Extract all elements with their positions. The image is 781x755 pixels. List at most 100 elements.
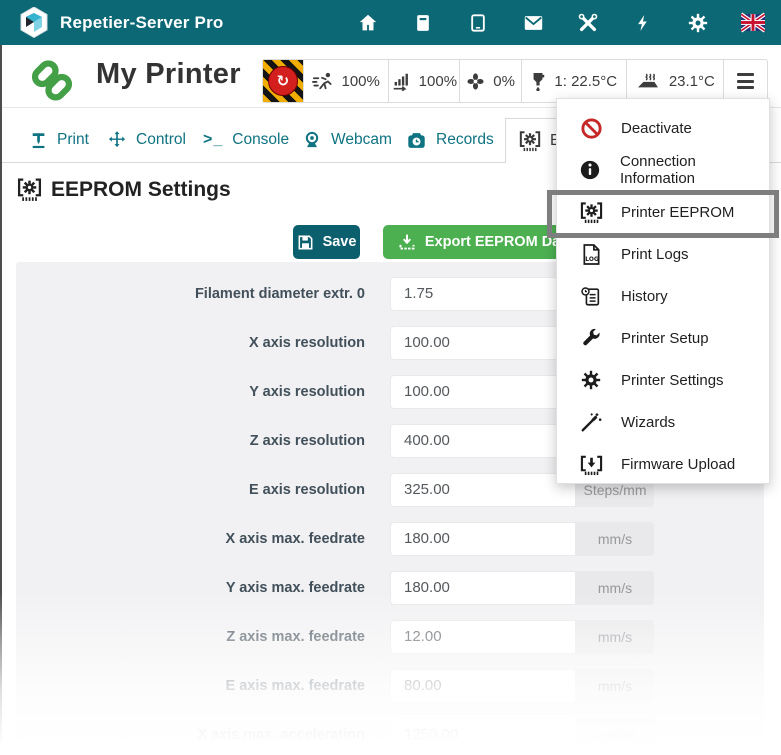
top-nav bbox=[356, 11, 765, 35]
field-label-y-axis-max-feedrate: Y axis max. feedrate bbox=[16, 571, 365, 605]
gear-icon bbox=[578, 369, 604, 391]
field-input-x-axis-max-acceleration[interactable]: 1250.00 bbox=[390, 718, 576, 752]
magic-wand-icon bbox=[578, 411, 604, 433]
crossed-tools-icon[interactable] bbox=[576, 11, 600, 35]
fan-value: 0% bbox=[493, 73, 515, 90]
tab-control[interactable]: Control bbox=[107, 118, 186, 162]
svg-text:LOG: LOG bbox=[585, 257, 599, 263]
eeprom-chip-icon bbox=[578, 201, 604, 224]
printer-name: My Printer bbox=[96, 58, 241, 91]
printer-link-icon bbox=[28, 57, 76, 103]
gear-icon[interactable] bbox=[686, 11, 710, 35]
field-unit: mm/s bbox=[576, 620, 654, 654]
field-input-e-axis-resolution[interactable]: 325.00 bbox=[390, 473, 576, 507]
field-label-x-axis-resolution: X axis resolution bbox=[16, 326, 365, 360]
bolt-icon[interactable] bbox=[631, 11, 655, 35]
download-icon bbox=[398, 233, 416, 251]
app-title: Repetier-Server Pro bbox=[60, 13, 223, 33]
speed-multiplier[interactable]: 100% bbox=[303, 60, 388, 102]
tab-webcam[interactable]: Webcam bbox=[302, 118, 392, 162]
fan-icon bbox=[466, 72, 485, 91]
printer-box-icon[interactable] bbox=[411, 11, 435, 35]
repetier-logo[interactable] bbox=[20, 7, 48, 38]
bed-temp-value: 23.1°C bbox=[669, 73, 715, 90]
field-label-x-axis-max-feedrate: X axis max. feedrate bbox=[16, 522, 365, 556]
menu-item-printer-setup[interactable]: Printer Setup bbox=[557, 317, 769, 359]
field-input-z-axis-max-feedrate[interactable]: 12.00 bbox=[390, 620, 576, 654]
field-input-e-axis-max-feedrate[interactable]: 80.00 bbox=[390, 669, 576, 703]
menu-item-deactivate[interactable]: Deactivate bbox=[557, 107, 769, 149]
eeprom-row: Y axis max. feedrate 180.00 mm/s bbox=[16, 571, 764, 605]
tab-label: Records bbox=[436, 131, 494, 149]
emergency-stop-button[interactable]: ↻ bbox=[263, 60, 303, 102]
move-arrows-icon bbox=[107, 130, 127, 150]
log-file-icon: LOG bbox=[578, 243, 604, 266]
field-unit: mm/s² bbox=[576, 718, 654, 752]
menu-item-label: Firmware Upload bbox=[621, 456, 735, 473]
menu-item-history[interactable]: History bbox=[557, 275, 769, 317]
menu-item-printer-settings[interactable]: Printer Settings bbox=[557, 359, 769, 401]
menu-item-wizards[interactable]: Wizards bbox=[557, 401, 769, 443]
printer-icon bbox=[30, 131, 48, 150]
floppy-save-icon bbox=[297, 234, 314, 251]
field-label-e-axis-resolution: E axis resolution bbox=[16, 473, 365, 507]
field-input-x-axis-max-feedrate[interactable]: 180.00 bbox=[390, 522, 576, 556]
save-label: Save bbox=[323, 234, 357, 250]
tab-records[interactable]: Records bbox=[406, 118, 494, 162]
speed-value: 100% bbox=[341, 73, 379, 90]
field-label-filament-diameter-extr-0: Filament diameter extr. 0 bbox=[16, 277, 365, 311]
menu-item-label: Printer EEPROM bbox=[621, 204, 734, 221]
tablet-icon[interactable] bbox=[466, 11, 490, 35]
printer-menu-button[interactable] bbox=[723, 60, 767, 102]
menu-item-label: History bbox=[621, 288, 668, 305]
printer-dropdown-menu: Deactivate Connection Information bbox=[556, 98, 770, 484]
tab-console[interactable]: >_ Console bbox=[203, 118, 289, 162]
eeprom-row: Z axis max. feedrate 12.00 mm/s bbox=[16, 620, 764, 654]
page-title-text: EEPROM Settings bbox=[51, 178, 231, 202]
menu-item-printer-eeprom[interactable]: Printer EEPROM bbox=[557, 191, 769, 233]
info-icon bbox=[578, 159, 603, 181]
fan-status[interactable]: 0% bbox=[459, 60, 521, 102]
reset-arrow-icon: ↻ bbox=[268, 66, 298, 96]
field-label-y-axis-resolution: Y axis resolution bbox=[16, 375, 365, 409]
menu-item-firmware-upload[interactable]: Firmware Upload bbox=[557, 443, 769, 485]
video-camera-icon bbox=[406, 131, 427, 150]
flag-en-icon[interactable] bbox=[741, 11, 765, 35]
field-input-y-axis-max-feedrate[interactable]: 180.00 bbox=[390, 571, 576, 605]
menu-item-label: Printer Setup bbox=[621, 330, 709, 347]
field-input-y-axis-resolution[interactable]: 100.00 bbox=[390, 375, 576, 409]
menu-item-label: Print Logs bbox=[621, 246, 689, 263]
eeprom-row: X axis max. acceleration 1250.00 mm/s² bbox=[16, 718, 764, 752]
extruder-temperature[interactable]: 1: 22.5°C bbox=[521, 60, 626, 102]
field-input-x-axis-resolution[interactable]: 100.00 bbox=[390, 326, 576, 360]
bed-temperature[interactable]: 23.1°C bbox=[626, 60, 724, 102]
field-unit: mm/s bbox=[576, 571, 654, 605]
eeprom-chip-icon bbox=[518, 130, 542, 152]
firmware-upload-icon bbox=[578, 453, 604, 476]
menu-item-print-logs[interactable]: LOG Print Logs bbox=[557, 233, 769, 275]
field-input-filament-diameter-extr-0[interactable]: 1.75 bbox=[390, 277, 576, 311]
field-label-e-axis-max-feedrate: E axis max. feedrate bbox=[16, 669, 365, 703]
tab-label: Print bbox=[57, 131, 89, 149]
eeprom-row: X axis max. feedrate 180.00 mm/s bbox=[16, 522, 764, 556]
menu-item-connection-information[interactable]: Connection Information bbox=[557, 149, 769, 191]
page-title: EEPROM Settings bbox=[16, 177, 231, 202]
save-button[interactable]: Save bbox=[293, 225, 360, 259]
wrench-icon bbox=[578, 327, 604, 349]
eeprom-row: E axis max. feedrate 80.00 mm/s bbox=[16, 669, 764, 703]
printer-status-bar: ↻ 100% 100% bbox=[262, 59, 768, 103]
window-left-border bbox=[0, 45, 2, 742]
flow-bars-icon bbox=[391, 71, 411, 91]
terminal-icon: >_ bbox=[203, 131, 223, 149]
history-icon bbox=[578, 285, 604, 308]
home-icon[interactable] bbox=[356, 11, 380, 35]
field-label-z-axis-max-feedrate: Z axis max. feedrate bbox=[16, 620, 365, 654]
extruder-nozzle-icon bbox=[530, 71, 546, 91]
flow-multiplier[interactable]: 100% bbox=[388, 60, 460, 102]
tab-label: Control bbox=[136, 131, 186, 149]
tab-print[interactable]: Print bbox=[30, 118, 89, 162]
mail-icon[interactable] bbox=[521, 11, 545, 35]
field-input-z-axis-resolution[interactable]: 400.00 bbox=[390, 424, 576, 458]
menu-item-label: Wizards bbox=[621, 414, 675, 431]
eeprom-chip-icon bbox=[16, 177, 43, 202]
